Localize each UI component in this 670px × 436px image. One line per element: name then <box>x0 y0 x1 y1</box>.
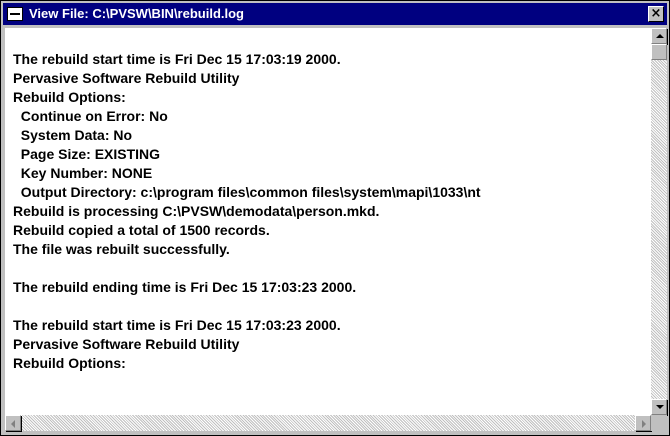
horizontal-scrollbar[interactable] <box>5 415 651 431</box>
log-line: The file was rebuilt successfully. <box>13 241 230 257</box>
window-title: View File: C:\PVSW\BIN\rebuild.log <box>29 6 245 21</box>
system-menu-icon[interactable] <box>7 7 23 21</box>
log-line: Output Directory: c:\program files\commo… <box>13 184 481 200</box>
scrollbar-corner <box>651 415 667 431</box>
close-button[interactable]: × <box>648 6 664 22</box>
scroll-down-button[interactable] <box>651 399 667 415</box>
log-line: System Data: No <box>13 127 133 143</box>
log-line: Rebuild Options: <box>13 355 126 371</box>
log-line: Page Size: EXISTING <box>13 146 161 162</box>
arrow-right-icon <box>642 420 646 428</box>
log-content[interactable]: The rebuild start time is Fri Dec 15 17:… <box>5 28 651 415</box>
log-line: Rebuild copied a total of 1500 records. <box>13 222 270 238</box>
vertical-scrollbar[interactable] <box>651 28 667 415</box>
log-line: The rebuild start time is Fri Dec 15 17:… <box>13 51 341 67</box>
arrow-left-icon <box>11 420 15 428</box>
arrow-down-icon <box>656 405 664 409</box>
scroll-up-button[interactable] <box>651 28 667 44</box>
log-line: Continue on Error: No <box>13 108 168 124</box>
log-line: Rebuild is processing C:\PVSW\demodata\p… <box>13 203 380 219</box>
log-line: Rebuild Options: <box>13 89 126 105</box>
view-file-window: View File: C:\PVSW\BIN\rebuild.log × The… <box>0 0 670 436</box>
vertical-scroll-thumb[interactable] <box>651 44 667 60</box>
log-line: Pervasive Software Rebuild Utility <box>13 70 240 86</box>
scroll-right-button[interactable] <box>635 415 651 431</box>
scroll-left-button[interactable] <box>5 415 21 431</box>
title-bar[interactable]: View File: C:\PVSW\BIN\rebuild.log × <box>3 3 667 25</box>
log-line: The rebuild ending time is Fri Dec 15 17… <box>13 279 357 295</box>
close-icon: × <box>650 6 662 21</box>
log-line: Key Number: NONE <box>13 165 153 181</box>
log-line: The rebuild start time is Fri Dec 15 17:… <box>13 317 341 333</box>
log-line: Pervasive Software Rebuild Utility <box>13 336 240 352</box>
arrow-up-icon <box>656 34 664 38</box>
